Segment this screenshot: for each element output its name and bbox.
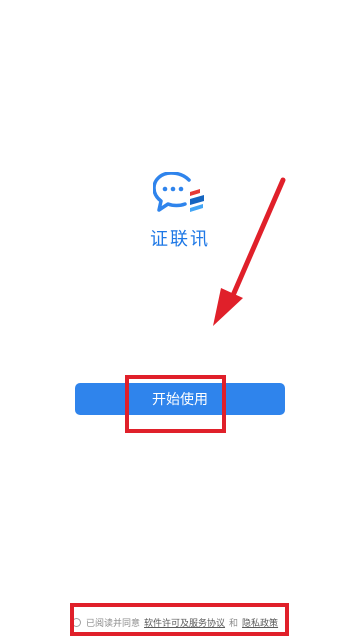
chat-bubble-logo-icon xyxy=(153,172,204,212)
annotation-arrow xyxy=(213,177,286,326)
annotation-box-start-button xyxy=(125,375,226,433)
app-screen: 证联讯 开始使用 已阅读并同意 软件许可及服务协议 和 隐私政策 xyxy=(0,0,360,640)
annotation-box-agreement xyxy=(70,603,289,636)
app-name-title: 证联讯 xyxy=(150,229,210,250)
